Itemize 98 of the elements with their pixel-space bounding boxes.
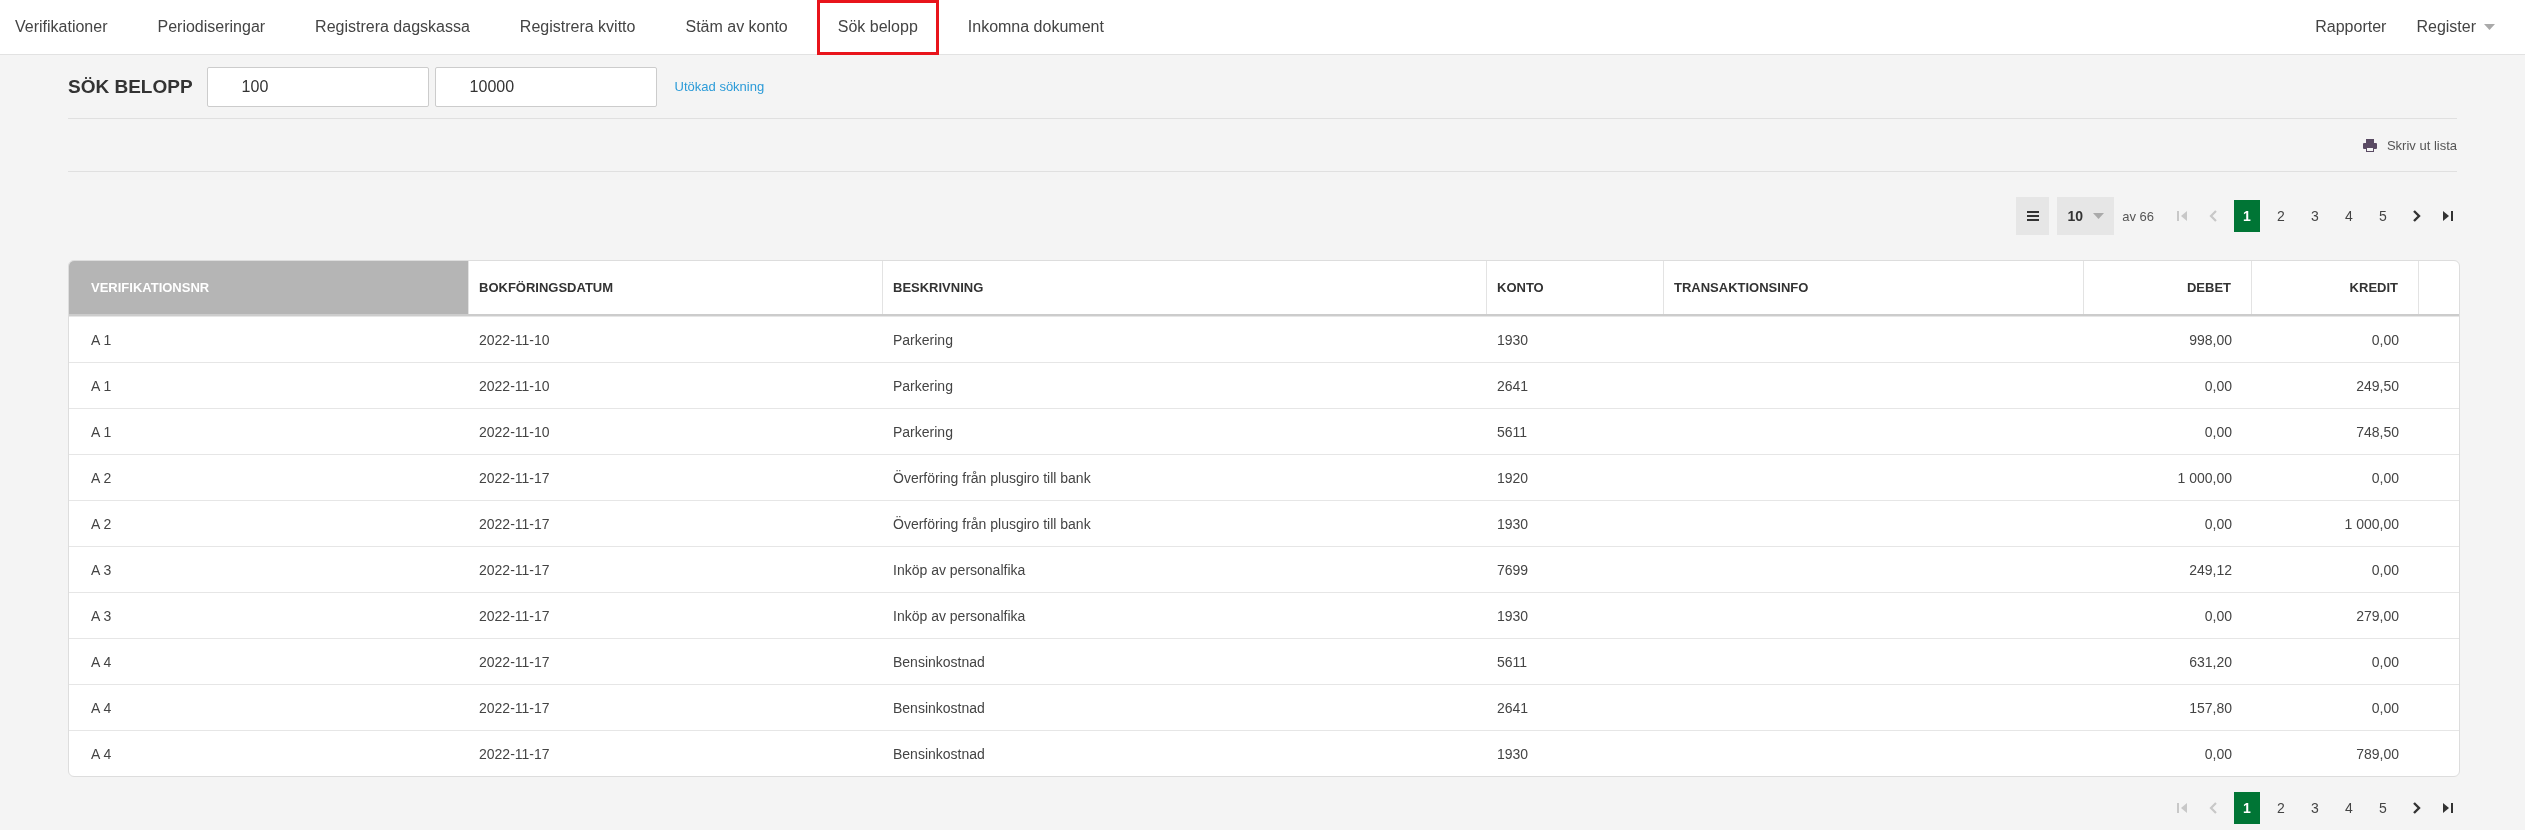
amount-from-field[interactable]: 100: [206, 66, 429, 107]
table-cell-text: 0,00: [2370, 560, 2400, 580]
nav-tab[interactable]: Verifikationer: [0, 15, 129, 39]
table-cell-text: 2022-11-17: [478, 606, 551, 626]
last-page-icon: [2442, 802, 2454, 814]
page-button[interactable]: 1: [2234, 792, 2260, 824]
table-cell-text: 1930: [1496, 744, 1530, 764]
nav-tab[interactable]: Stäm av konto: [664, 15, 809, 39]
caret-icon: [2484, 24, 2495, 30]
table-cell-text: 1 000,00: [2176, 468, 2233, 488]
column-menu-button[interactable]: [2016, 197, 2050, 235]
table-cell-text: Parkering: [892, 376, 954, 396]
table-cell-text: 2022-11-17: [478, 560, 551, 580]
table-cell-text: 998,00: [2188, 330, 2233, 350]
table-cell-text: 2022-11-17: [478, 514, 551, 534]
table-cell-text: 7699: [1496, 560, 1530, 580]
nav-tab[interactable]: Inkomna dokument: [946, 15, 1125, 39]
table-cell-text: 0,00: [2203, 744, 2233, 764]
nav-tab[interactable]: Sök belopp: [816, 0, 939, 55]
chevron-right-icon: [2410, 802, 2422, 814]
search-title: SÖK BELOPP: [68, 75, 193, 98]
table-cell-text: 748,50: [2355, 422, 2400, 442]
table-cell-text: Parkering: [892, 330, 954, 350]
first-page-icon: [2176, 210, 2188, 222]
table-cell-text: 2022-11-17: [478, 652, 551, 672]
table-cell-text: A 4: [90, 698, 113, 718]
page-button[interactable]: 3: [2302, 792, 2328, 824]
table-cell-text: 0,00: [2203, 606, 2233, 626]
table-cell-text: 0,00: [2370, 468, 2400, 488]
table-cell-text: 249,12: [2188, 560, 2233, 580]
table-cell-text: Överföring från plusgiro till bank: [892, 514, 1092, 534]
table-cell-text: 2022-11-10: [478, 422, 551, 442]
table-cell-text: 631,20: [2188, 652, 2233, 672]
table-cell-text: 1 000,00: [2343, 514, 2400, 534]
table-cell-text: 0,00: [2203, 422, 2233, 442]
nav-link[interactable]: Rapporter: [2315, 18, 2387, 36]
caret-icon: [2092, 213, 2104, 219]
nav-tab[interactable]: Registrera kvitto: [498, 15, 657, 39]
table-cell-text: A 3: [90, 560, 113, 580]
table-cell-text: Bensinkostnad: [892, 744, 986, 764]
table-cell-text: A 1: [90, 376, 113, 396]
table-cell-text: 1920: [1496, 468, 1530, 488]
amount-to-field[interactable]: 10000: [434, 66, 657, 107]
table-cell-text: 0,00: [2370, 698, 2400, 718]
table-cell-text: 789,00: [2355, 744, 2400, 764]
table-cell-text: 2022-11-17: [478, 468, 551, 488]
table-cell-text: 5611: [1496, 652, 1529, 672]
table-cell-text: Inköp av personalfika: [892, 606, 1027, 626]
table-cell-text: A 1: [90, 422, 113, 442]
table-cell-text: 2641: [1496, 376, 1530, 396]
table-cell-text: Parkering: [892, 422, 954, 442]
first-page-icon: [2176, 802, 2188, 814]
table-cell-text: Bensinkostnad: [892, 698, 986, 718]
table-cell-text: 1930: [1496, 606, 1530, 626]
nav-tab[interactable]: Registrera dagskassa: [294, 15, 491, 39]
register-dropdown[interactable]: Register: [2416, 18, 2495, 36]
page-button[interactable]: 3: [2302, 200, 2328, 232]
table-cell-text: 0,00: [2203, 514, 2233, 534]
table-cell-text: Bensinkostnad: [892, 652, 986, 672]
page-button[interactable]: 2: [2268, 200, 2294, 232]
table-cell-text: 0,00: [2203, 376, 2233, 396]
table-cell-text: 1930: [1496, 330, 1530, 350]
table-cell-text: Inköp av personalfika: [892, 560, 1027, 580]
table-cell-text: 249,50: [2355, 376, 2400, 396]
table-cell-text: A 4: [90, 744, 113, 764]
menu-icon: [2026, 211, 2039, 221]
nav-tab[interactable]: Periodiseringar: [136, 15, 287, 39]
page-button[interactable]: 4: [2336, 792, 2362, 824]
total-pages-text: av 66: [2122, 208, 2154, 224]
page-button[interactable]: 4: [2336, 200, 2362, 232]
table-cell-text: 0,00: [2370, 330, 2400, 350]
page-button[interactable]: 1: [2234, 200, 2260, 232]
page-size-dropdown[interactable]: 10: [2057, 197, 2115, 235]
page-button[interactable]: 5: [2370, 200, 2396, 232]
chevron-left-icon: [2208, 210, 2220, 222]
chevron-right-icon: [2410, 210, 2422, 222]
print-list-link[interactable]: Skriv ut lista: [2386, 137, 2457, 153]
table-cell-text: A 1: [90, 330, 113, 350]
table-cell-text: 0,00: [2370, 652, 2400, 672]
printer-icon: [2362, 138, 2377, 152]
table-cell-text: 2022-11-17: [478, 698, 551, 718]
page-button[interactable]: 5: [2370, 792, 2396, 824]
table-cell-text: 5611: [1496, 422, 1529, 442]
page-button[interactable]: 2: [2268, 792, 2294, 824]
table-cell-text: 279,00: [2355, 606, 2400, 626]
table-cell-text: A 2: [90, 468, 113, 488]
table-cell-text: Överföring från plusgiro till bank: [892, 468, 1092, 488]
table-cell-text: 2022-11-17: [478, 744, 551, 764]
chevron-left-icon: [2208, 802, 2220, 814]
table-cell-text: A 4: [90, 652, 113, 672]
last-page-icon: [2442, 210, 2454, 222]
table-cell-text: A 3: [90, 606, 113, 626]
table-cell-text: 2022-11-10: [478, 330, 551, 350]
table-cell-text: 1930: [1496, 514, 1530, 534]
table-cell-text: 2022-11-10: [478, 376, 551, 396]
table-cell-text: A 2: [90, 514, 113, 534]
table-cell-text: 2641: [1496, 698, 1530, 718]
table-cell-text: 157,80: [2188, 698, 2233, 718]
